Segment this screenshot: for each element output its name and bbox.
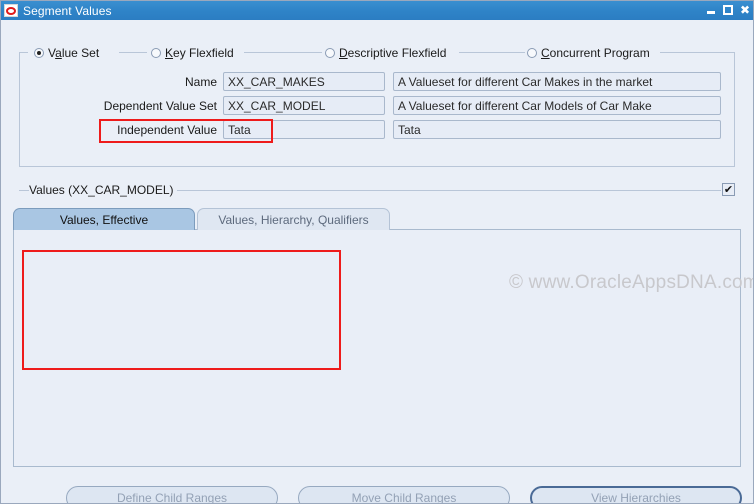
radio-label-concurrent-program: Concurrent Program [541, 45, 650, 60]
group-rule-seg-4 [660, 52, 735, 53]
group-rule-seg-2 [244, 52, 322, 53]
view-hierarchies-button[interactable]: View Hierarchies [530, 486, 742, 504]
values-section-checkbox[interactable]: ✔ [722, 183, 735, 196]
view-hierarchies-label: View Hierarchies [591, 491, 681, 504]
define-child-ranges-button[interactable]: Define Child Ranges [66, 486, 278, 504]
radio-key-flexfield[interactable]: Key Flexfield [149, 45, 236, 60]
tab-values-hierarchy-qualifiers[interactable]: Values, Hierarchy, Qualifiers [197, 208, 390, 230]
maximize-icon[interactable] [721, 3, 735, 17]
window-controls: ✖ [704, 3, 752, 17]
name-description-input[interactable]: A Valueset for different Car Makes in th… [393, 72, 721, 91]
radio-concurrent-program[interactable]: Concurrent Program [525, 45, 652, 60]
tab-values-hierarchy-qualifiers-label: Values, Hierarchy, Qualifiers [218, 212, 369, 227]
oracle-logo-icon [4, 4, 18, 17]
group-rule-seg-1 [119, 52, 147, 53]
label-independent-value: Independent Value [117, 123, 217, 137]
group-rule-seg-3 [459, 52, 525, 53]
radio-indicator-key-flexfield [151, 47, 161, 58]
radio-label-key-flexfield: Key Flexfield [165, 45, 234, 60]
radio-descriptive-flexfield[interactable]: Descriptive Flexfield [323, 45, 449, 60]
radio-indicator-value-set [34, 47, 44, 58]
independent-value-input[interactable]: Tata [223, 120, 385, 139]
label-dependent-value-set: Dependent Value Set [103, 99, 217, 113]
radio-indicator-descriptive-flexfield [325, 47, 335, 58]
dependent-value-set-input[interactable]: XX_CAR_MODEL [223, 96, 385, 115]
tab-panel-values-effective [13, 229, 741, 467]
form-canvas: Value Set Key Flexfield Descriptive Flex… [1, 20, 753, 503]
tab-values-effective[interactable]: Values, Effective [13, 208, 195, 230]
move-child-ranges-button[interactable]: Move Child Ranges [298, 486, 510, 504]
label-name: Name [184, 75, 217, 89]
group-rule-left [19, 52, 28, 53]
values-rule-left [19, 190, 29, 191]
window-title: Segment Values [23, 3, 112, 18]
define-child-ranges-label: Define Child Ranges [116, 491, 228, 504]
radio-label-value-set: Value Set [48, 45, 100, 60]
close-icon[interactable]: ✖ [738, 3, 752, 17]
radio-value-set[interactable]: Value Set [32, 45, 102, 60]
values-rule-right [177, 190, 721, 191]
independent-value-description-input[interactable]: Tata [393, 120, 721, 139]
minimize-icon[interactable] [704, 3, 718, 17]
radio-label-descriptive-flexfield: Descriptive Flexfield [339, 45, 447, 60]
window-titlebar: Segment Values ✖ [1, 1, 753, 20]
check-glyph-icon: ✔ [723, 183, 734, 196]
name-input[interactable]: XX_CAR_MAKES [223, 72, 385, 91]
segment-values-window: Segment Values ✖ Value Set Key Flexfield [0, 0, 754, 504]
move-child-ranges-label: Move Child Ranges [351, 491, 457, 504]
dependent-value-set-description-input[interactable]: A Valueset for different Car Models of C… [393, 96, 721, 115]
values-section-label: Values (XX_CAR_MODEL) [29, 183, 180, 197]
tab-values-effective-label: Values, Effective [59, 212, 149, 227]
tabstrip: Values, Effective Values, Hierarchy, Qua… [13, 208, 741, 230]
radio-indicator-concurrent-program [527, 47, 537, 58]
